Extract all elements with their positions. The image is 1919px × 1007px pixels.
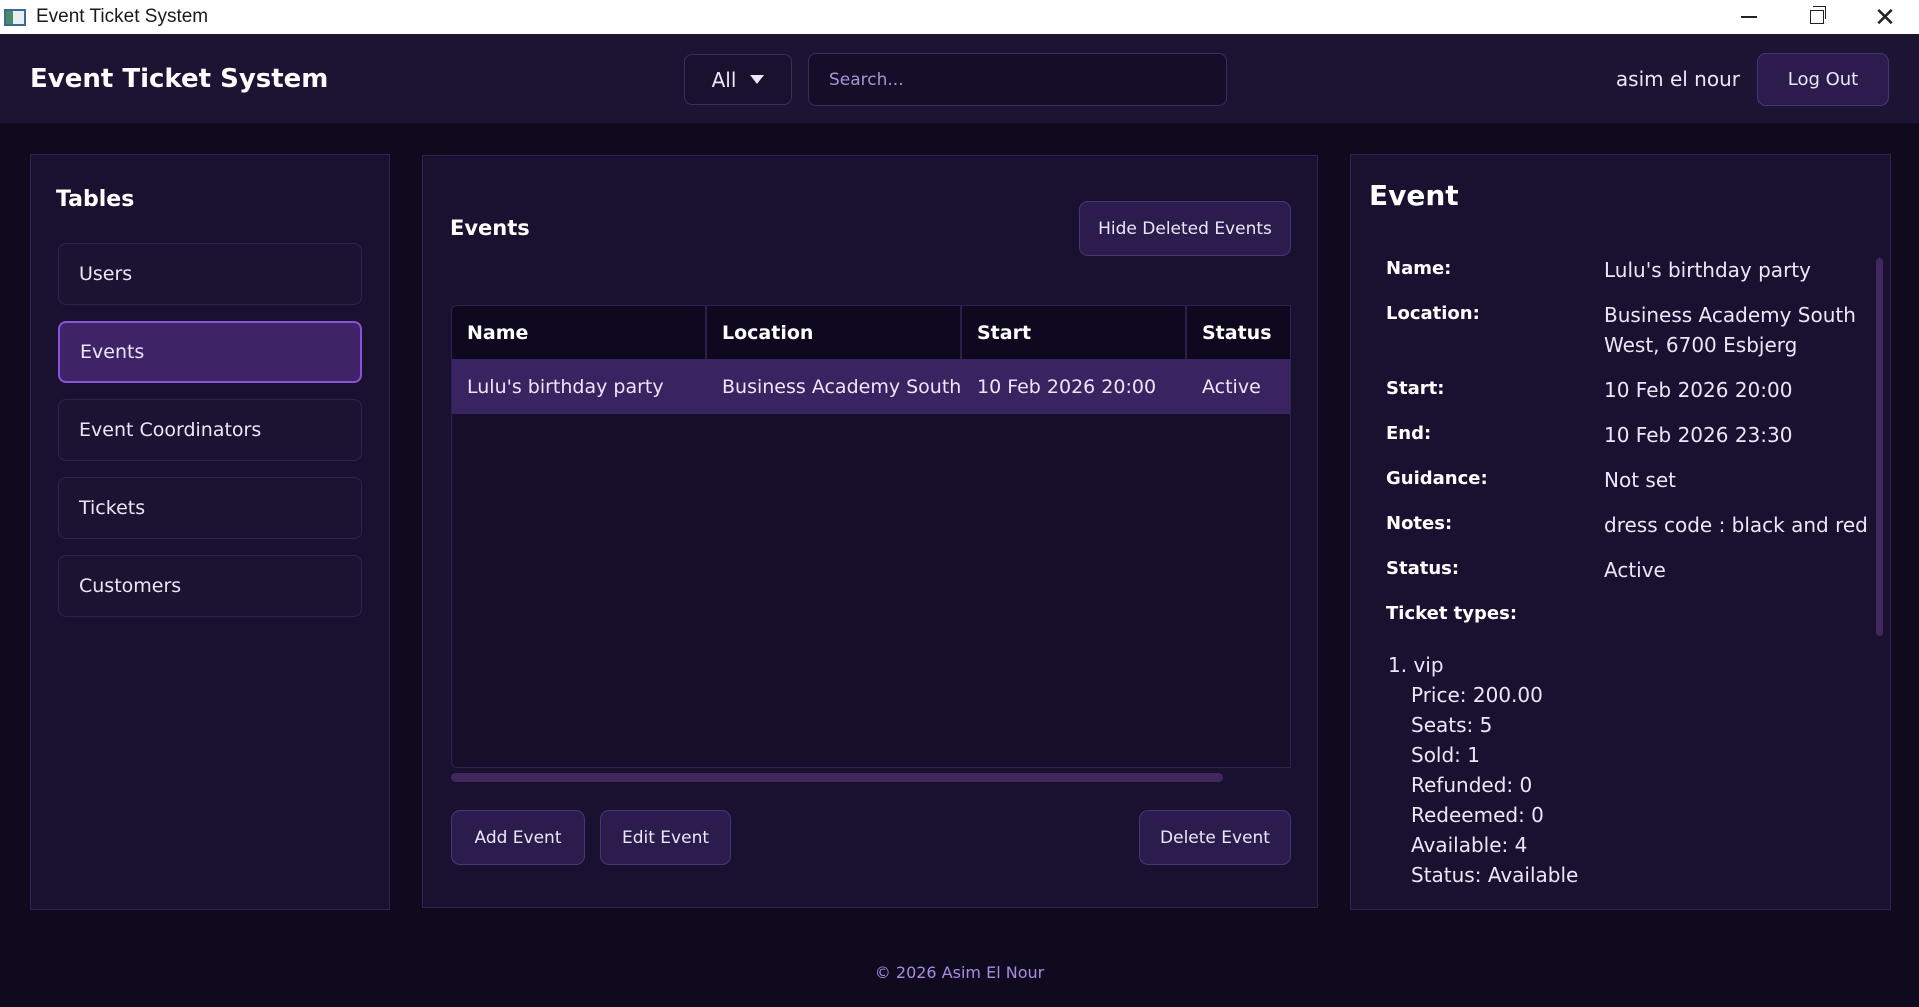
current-user-name: asim el nour bbox=[1615, 67, 1740, 91]
sidebar-item-label: Events bbox=[80, 341, 145, 363]
vertical-scrollbar-thumb[interactable] bbox=[1876, 258, 1883, 636]
column-header-status[interactable]: Status bbox=[1187, 306, 1290, 359]
column-header-name[interactable]: Name bbox=[452, 306, 707, 359]
ticket-type-price: Price: 200.00 bbox=[1411, 683, 1543, 707]
ticket-type-seats: Seats: 5 bbox=[1411, 713, 1493, 737]
detail-label-name: Name: bbox=[1386, 258, 1452, 279]
detail-heading: Event bbox=[1369, 179, 1459, 212]
close-button[interactable]: ✕ bbox=[1851, 0, 1919, 34]
horizontal-scrollbar[interactable] bbox=[451, 773, 1291, 783]
cell-start: 10 Feb 2026 20:00 bbox=[977, 375, 1157, 398]
detail-value-guidance: Not set bbox=[1604, 468, 1676, 492]
sidebar-item-label: Tickets bbox=[79, 497, 146, 519]
detail-value-start: 10 Feb 2026 20:00 bbox=[1604, 378, 1793, 402]
detail-value-end: 10 Feb 2026 23:30 bbox=[1604, 423, 1793, 447]
column-header-start[interactable]: Start bbox=[962, 306, 1187, 359]
detail-label-notes: Notes: bbox=[1386, 513, 1453, 534]
horizontal-scrollbar-thumb[interactable] bbox=[451, 773, 1223, 782]
footer-copyright: © 2026 Asim El Nour bbox=[874, 963, 1045, 982]
table-row[interactable]: Lulu's birthday party Business Academy S… bbox=[452, 359, 1290, 414]
ticket-type-refunded: Refunded: 0 bbox=[1411, 773, 1533, 797]
edit-event-button[interactable]: Edit Event bbox=[600, 810, 731, 865]
events-panel: Events Hide Deleted Events Name Location… bbox=[422, 155, 1318, 908]
restore-icon bbox=[1810, 6, 1826, 24]
app-title: Event Ticket System bbox=[30, 64, 329, 94]
detail-value-location: Business Academy South West, 6700 Esbjer… bbox=[1604, 303, 1856, 357]
filter-selected-value: All bbox=[711, 67, 737, 92]
ticket-type-title: 1. vip bbox=[1388, 653, 1444, 677]
minimize-icon bbox=[1741, 16, 1757, 18]
cell-location: Business Academy South... bbox=[722, 375, 962, 398]
sidebar-item-label: Customers bbox=[79, 575, 182, 597]
restore-button[interactable] bbox=[1783, 0, 1851, 34]
window-controls: ✕ bbox=[1715, 0, 1919, 34]
sidebar-item-event-coordinators[interactable]: Event Coordinators bbox=[58, 399, 362, 461]
detail-label-guidance: Guidance: bbox=[1386, 468, 1488, 489]
minimize-button[interactable] bbox=[1715, 0, 1783, 34]
app-header: Event Ticket System All asim el nour Log… bbox=[0, 34, 1919, 123]
events-heading: Events bbox=[450, 216, 530, 240]
detail-label-ticket-types: Ticket types: bbox=[1386, 603, 1518, 624]
ticket-type-sold: Sold: 1 bbox=[1411, 743, 1481, 767]
cell-name: Lulu's birthday party bbox=[467, 375, 664, 398]
delete-event-button[interactable]: Delete Event bbox=[1139, 810, 1291, 865]
detail-value-name: Lulu's birthday party bbox=[1604, 258, 1811, 282]
caret-down-icon bbox=[750, 75, 765, 84]
sidebar-item-events[interactable]: Events bbox=[58, 321, 362, 383]
detail-label-location: Location: bbox=[1386, 303, 1480, 324]
event-detail-panel: Event Name: Lulu's birthday party Locati… bbox=[1350, 154, 1891, 910]
detail-label-status: Status: bbox=[1386, 558, 1460, 579]
ticket-type-item: 1. vip Price: 200.00 Seats: 5 Sold: 1 Re… bbox=[1388, 650, 1578, 890]
detail-value-status: Active bbox=[1604, 558, 1666, 582]
search-input[interactable] bbox=[808, 53, 1227, 106]
ticket-type-available: Available: 4 bbox=[1411, 833, 1528, 857]
app-icon bbox=[4, 8, 26, 26]
window-title: Event Ticket System bbox=[36, 6, 209, 27]
sidebar-item-label: Users bbox=[79, 263, 133, 285]
filter-dropdown[interactable]: All bbox=[684, 54, 792, 105]
ticket-type-status: Status: Available bbox=[1411, 863, 1579, 887]
sidebar-item-label: Event Coordinators bbox=[79, 419, 262, 441]
tables-sidebar: Tables Users Events Event Coordinators T… bbox=[30, 154, 390, 910]
detail-value-notes: dress code : black and red bbox=[1604, 513, 1868, 537]
close-icon: ✕ bbox=[1874, 2, 1896, 32]
add-event-button[interactable]: Add Event bbox=[451, 810, 585, 865]
hide-deleted-events-button[interactable]: Hide Deleted Events bbox=[1079, 201, 1291, 256]
column-header-location[interactable]: Location bbox=[707, 306, 962, 359]
sidebar-item-customers[interactable]: Customers bbox=[58, 555, 362, 617]
sidebar-item-users[interactable]: Users bbox=[58, 243, 362, 305]
cell-status: Active bbox=[1202, 375, 1261, 398]
ticket-type-redeemed: Redeemed: 0 bbox=[1411, 803, 1544, 827]
detail-label-end: End: bbox=[1386, 423, 1432, 444]
detail-label-start: Start: bbox=[1386, 378, 1445, 399]
table-header-row: Name Location Start Status bbox=[452, 306, 1290, 359]
events-table: Name Location Start Status Lulu's birthd… bbox=[451, 305, 1291, 768]
logout-button[interactable]: Log Out bbox=[1757, 53, 1889, 106]
sidebar-item-tickets[interactable]: Tickets bbox=[58, 477, 362, 539]
sidebar-heading: Tables bbox=[56, 187, 135, 212]
window-title-bar: Event Ticket System ✕ bbox=[0, 0, 1919, 34]
